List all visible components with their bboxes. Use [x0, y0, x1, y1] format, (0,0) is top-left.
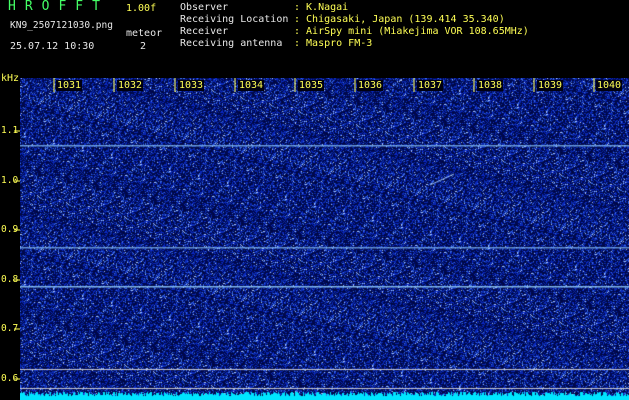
- info-antenna: Receiving antenna : Maspro FM-3: [180, 38, 372, 50]
- y-tick-label: 0.7: [1, 323, 19, 334]
- x-tick-label: 1033: [178, 80, 205, 91]
- info-value: : AirSpy mini (Miakejima VOR 108.65MHz): [294, 26, 529, 37]
- info-value: : Maspro FM-3: [294, 38, 373, 49]
- datetime-label: 25.07.12 10:30: [10, 41, 95, 52]
- meteor-label: meteor: [126, 28, 163, 39]
- x-tick-label: 1037: [417, 80, 444, 91]
- app-title: HROFFT: [8, 0, 109, 14]
- info-key: Receiving Location: [180, 14, 289, 25]
- waterfall-display[interactable]: [20, 78, 629, 400]
- info-key: Receiving antenna: [180, 38, 283, 49]
- info-value: : K.Nagai: [294, 2, 349, 13]
- meteor-count: 2: [140, 41, 147, 52]
- filename-label: KN9_2507121030.png: [10, 20, 113, 31]
- x-tick-label: 1031: [56, 80, 83, 91]
- y-tick-label: 0.9: [1, 224, 19, 235]
- info-key: Observer: [180, 2, 229, 13]
- x-tick-label: 1032: [117, 80, 144, 91]
- x-tick-label: 1038: [477, 80, 504, 91]
- info-key: Receiver: [180, 26, 229, 37]
- x-tick-label: 1039: [537, 80, 564, 91]
- x-tick-label: 1040: [596, 80, 623, 91]
- info-location: Receiving Location : Chigasaki, Japan (13…: [180, 14, 505, 26]
- x-tick-label: 1034: [238, 80, 265, 91]
- info-value: : Chigasaki, Japan (139.414 35.340): [294, 14, 505, 25]
- waterfall-canvas[interactable]: [20, 78, 629, 400]
- x-tick-label: 1036: [357, 80, 384, 91]
- y-tick-label: 0.6: [1, 373, 19, 384]
- y-tick-label: 1.1: [1, 125, 19, 136]
- y-tick-label: 0.8: [1, 274, 19, 285]
- version-label: 1.00f: [126, 3, 157, 14]
- info-observer: Observer : K.Nagai: [180, 2, 348, 14]
- info-receiver: Receiver : AirSpy mini (Miakejima VOR 108…: [180, 26, 529, 38]
- x-tick-label: 1035: [298, 80, 325, 91]
- y-tick-label: 1.0: [1, 175, 19, 186]
- frequency-unit-label: kHz: [1, 73, 20, 84]
